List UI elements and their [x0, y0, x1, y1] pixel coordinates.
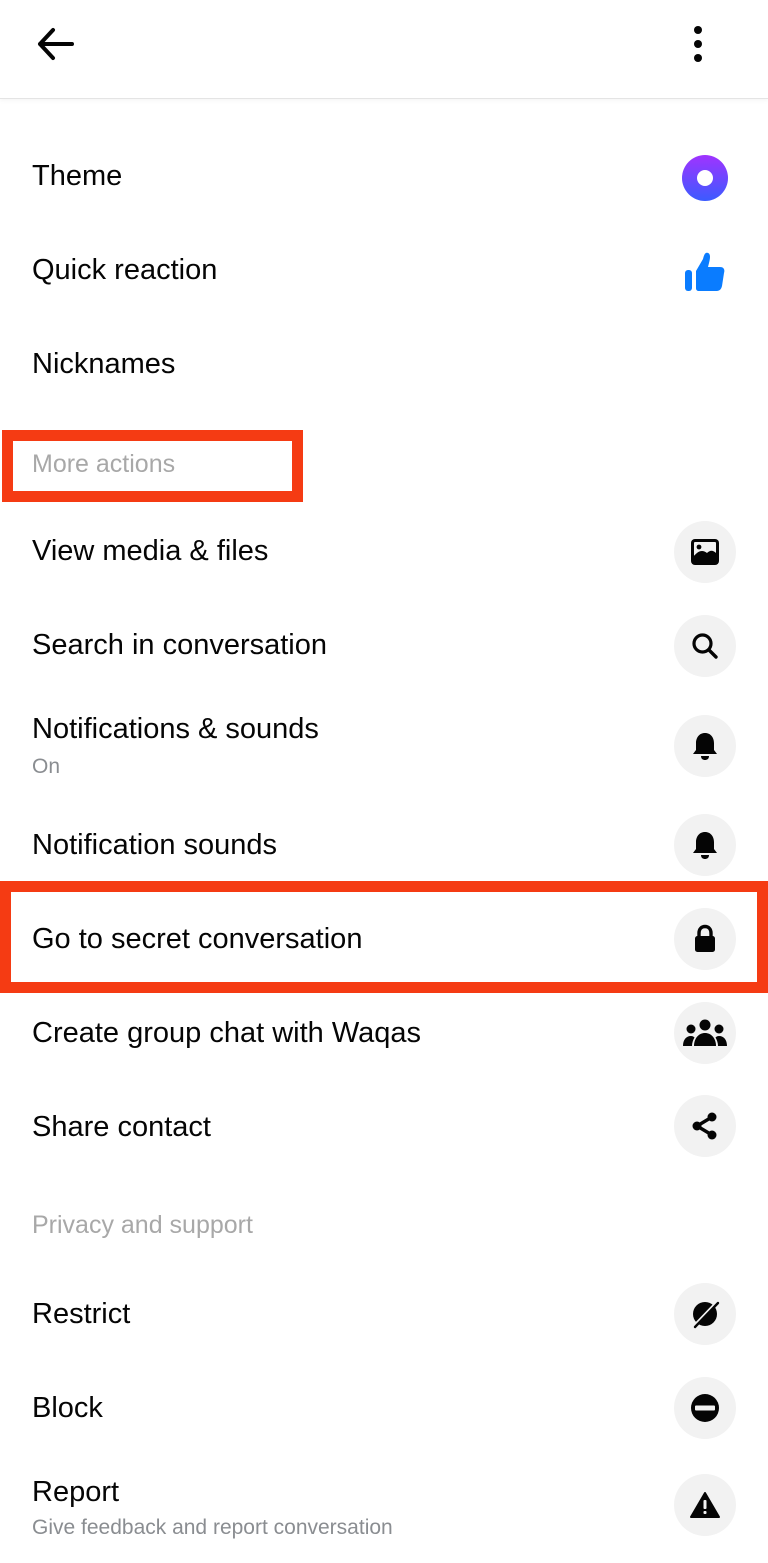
bell-icon-button	[674, 814, 736, 876]
share-icon-button	[674, 1095, 736, 1157]
image-icon	[691, 539, 719, 565]
go-to-secret-conversation-row[interactable]: Go to secret conversation	[0, 893, 768, 987]
theme-row[interactable]: Theme	[0, 132, 768, 226]
create-group-chat-row[interactable]: Create group chat with Waqas	[0, 987, 768, 1081]
restrict-icon-button	[674, 1283, 736, 1345]
row-label: View media & files	[32, 535, 269, 567]
row-label: Block	[32, 1392, 103, 1424]
row-label: Quick reaction	[32, 254, 218, 286]
notifications-sounds-row[interactable]: Notifications & sounds On	[0, 695, 768, 799]
notification-sounds-row[interactable]: Notification sounds	[0, 799, 768, 893]
section-header-privacy-support: Privacy and support	[32, 1211, 253, 1239]
group-icon-button	[674, 1002, 736, 1064]
search-icon-button	[674, 615, 736, 677]
row-label: Theme	[32, 160, 123, 192]
block-row[interactable]: Block	[0, 1362, 768, 1456]
share-icon	[692, 1112, 717, 1140]
share-contact-row[interactable]: Share contact	[0, 1081, 768, 1175]
row-label: Nicknames	[32, 348, 176, 380]
lock-icon-button	[674, 908, 736, 970]
row-label: Share contact	[32, 1111, 211, 1143]
warning-icon	[690, 1492, 720, 1518]
more-vertical-icon	[694, 26, 702, 62]
report-row[interactable]: Report Give feedback and report conversa…	[0, 1458, 768, 1563]
bell-icon	[693, 733, 717, 760]
section-header-more-actions: More actions	[32, 450, 176, 478]
warning-icon-button	[674, 1474, 736, 1536]
group-icon	[683, 1019, 727, 1046]
row-label: Search in conversation	[32, 629, 327, 661]
row-label: Notifications & sounds	[32, 713, 319, 745]
view-media-files-row[interactable]: View media & files	[0, 507, 768, 601]
top-app-bar	[0, 0, 768, 98]
block-icon-button	[674, 1377, 736, 1439]
notifications-status: On	[32, 755, 61, 778]
report-description: Give feedback and report conversation	[32, 1516, 393, 1539]
row-label: Create group chat with Waqas	[32, 1017, 422, 1049]
bell-icon-button	[674, 715, 736, 777]
restrict-row[interactable]: Restrict	[0, 1268, 768, 1362]
search-in-conversation-row[interactable]: Search in conversation	[0, 601, 768, 695]
back-button[interactable]	[30, 22, 80, 66]
row-label: Go to secret conversation	[32, 923, 363, 955]
bell-icon	[693, 832, 717, 859]
more-options-button[interactable]	[676, 22, 720, 66]
restrict-icon	[691, 1299, 720, 1329]
search-icon	[692, 633, 718, 659]
image-icon-button	[674, 521, 736, 583]
quick-reaction-row[interactable]: Quick reaction	[0, 226, 768, 320]
block-icon	[691, 1394, 719, 1422]
row-label: Notification sounds	[32, 829, 278, 861]
arrow-left-icon	[38, 28, 74, 60]
row-label: Restrict	[32, 1298, 131, 1330]
thumbs-up-icon	[674, 241, 736, 303]
row-label: Report	[32, 1476, 120, 1508]
theme-ring-icon	[674, 147, 736, 209]
lock-icon	[695, 924, 715, 952]
nicknames-row[interactable]: Nicknames	[0, 320, 768, 414]
